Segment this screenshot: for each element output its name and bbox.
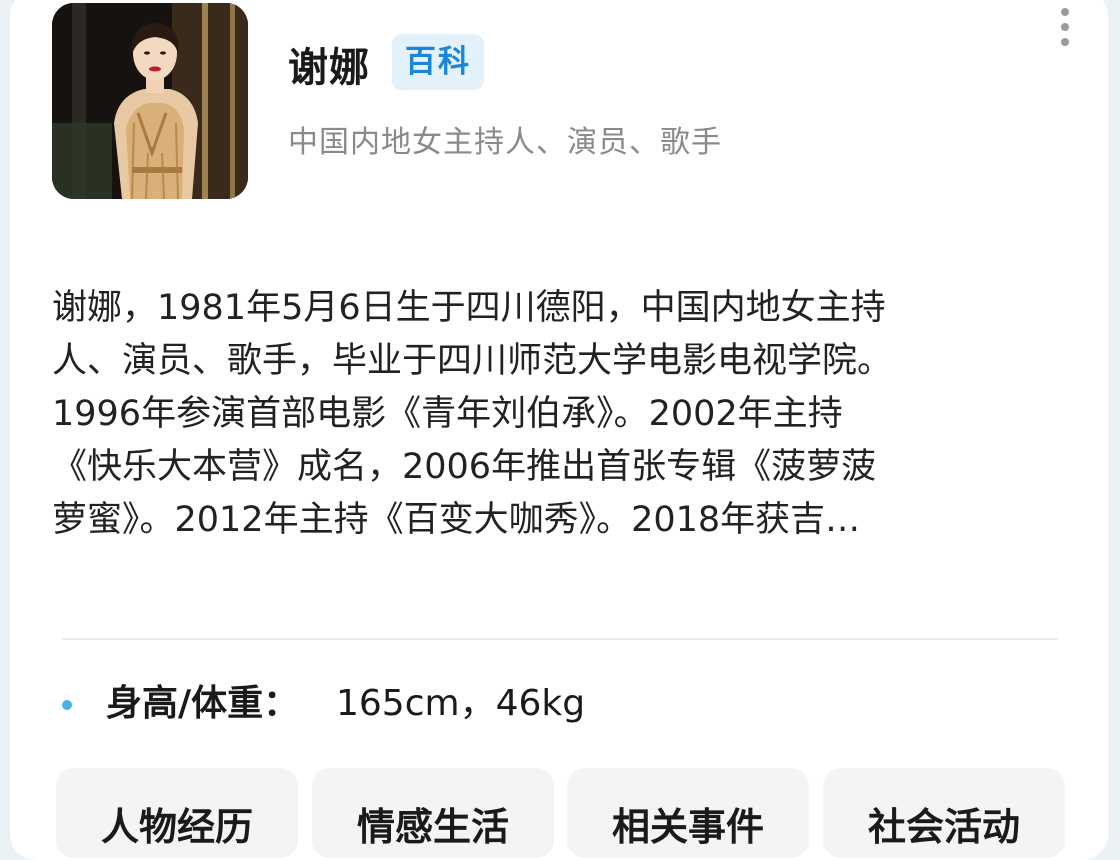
summary-line: 《快乐大本营》成名，2006年推出首张专辑《菠萝菠 xyxy=(52,447,877,487)
tab-related-events[interactable]: 相关事件 xyxy=(567,768,809,858)
person-name: 谢娜 xyxy=(288,45,370,91)
more-dot xyxy=(1061,23,1069,31)
more-dot xyxy=(1061,38,1069,46)
tab-social-activities[interactable]: 社会活动 xyxy=(823,768,1065,858)
baike-badge[interactable]: 百科 xyxy=(392,34,484,90)
summary-line: 谢娜，1981年5月6日生于四川德阳，中国内地女主持 xyxy=(52,288,886,328)
profile-photo[interactable] xyxy=(52,3,248,199)
more-dot xyxy=(1061,8,1069,16)
more-vertical-icon[interactable] xyxy=(1050,2,1080,52)
summary-line: 人、演员、歌手，毕业于四川师范大学电影电视学院。 xyxy=(52,341,893,381)
tab-emotional-life[interactable]: 情感生活 xyxy=(312,768,554,858)
divider xyxy=(62,638,1058,640)
person-description: 中国内地女主持人、演员、歌手 xyxy=(288,125,722,160)
profile-photo-image xyxy=(52,3,248,199)
summary-text[interactable]: 谢娜，1981年5月6日生于四川德阳，中国内地女主持 人、演员、歌手，毕业于四川… xyxy=(52,282,1062,547)
summary-line: 萝蜜》。2012年主持《百变大咖秀》。2018年获吉… xyxy=(52,500,861,540)
section-tabs: 人物经历 情感生活 相关事件 社会活动 xyxy=(0,768,1120,858)
tab-personal-history[interactable]: 人物经历 xyxy=(56,768,298,858)
summary-line: 1996年参演首部电影《青年刘伯承》。2002年主持 xyxy=(52,394,843,434)
attribute-label: 身高/体重： xyxy=(106,683,300,724)
attribute-value: 165cm，46kg xyxy=(336,683,586,724)
bullet-dot-icon xyxy=(62,700,72,710)
